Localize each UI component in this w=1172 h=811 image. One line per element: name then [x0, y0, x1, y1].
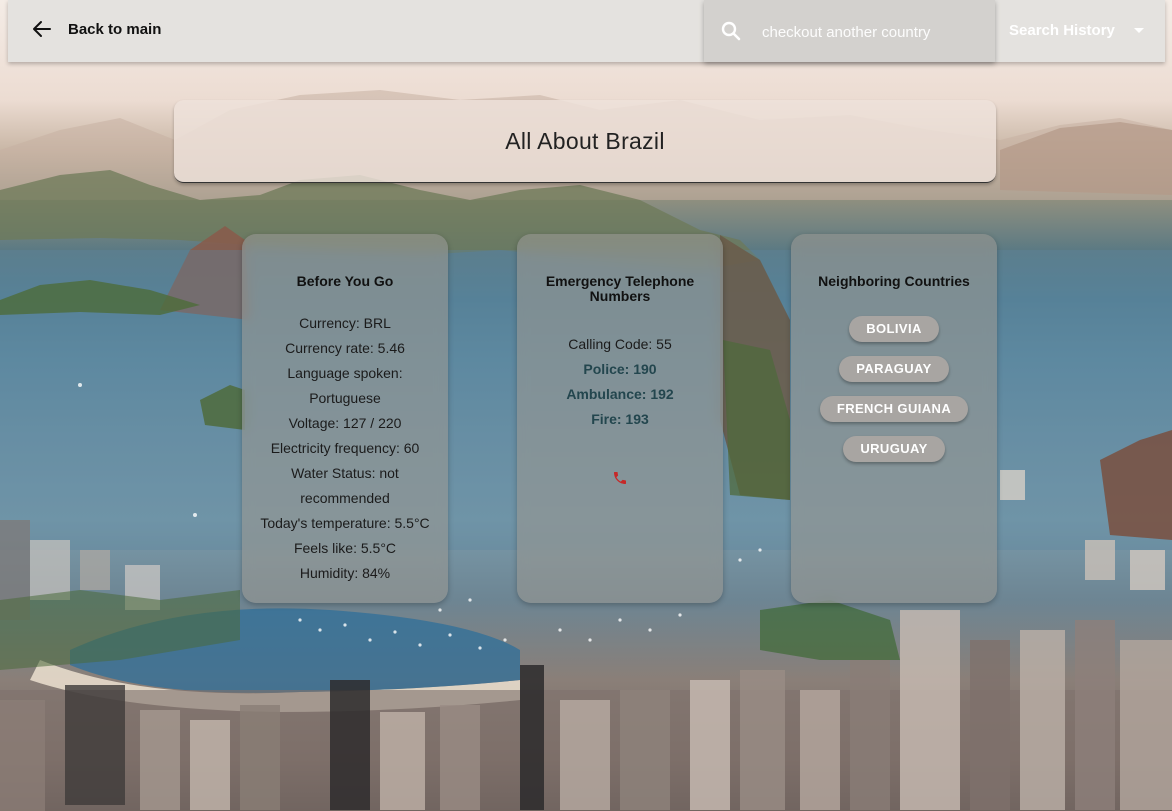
fire-number: Fire: 193	[591, 411, 649, 427]
info-line: Language spoken:	[287, 365, 403, 381]
police-number: Police: 190	[583, 361, 657, 377]
info-line: Water Status: not	[291, 465, 399, 481]
info-line: Feels like: 5.5°C	[293, 540, 397, 556]
neighbor-chip-bolivia[interactable]: BOLIVIA	[849, 316, 939, 342]
arrow-left-icon	[33, 21, 51, 37]
neighbor-chip-paraguay[interactable]: PARAGUAY	[839, 356, 949, 382]
search-icon	[721, 21, 741, 41]
before-you-go-title: Before You Go	[296, 273, 394, 289]
info-line: Voltage: 127 / 220	[288, 415, 402, 431]
ambulance-number: Ambulance: 192	[566, 386, 674, 402]
neighboring-countries-title: Neighboring Countries	[818, 273, 970, 289]
search-history-label: Search History	[1009, 22, 1115, 39]
info-line: Today's temperature: 5.5°C	[260, 515, 430, 531]
before-you-go-card: Before You Go Currency: BRL Currency rat…	[242, 234, 448, 603]
neighbor-chip-uruguay[interactable]: URUGUAY	[843, 436, 945, 462]
page-title: All About Brazil	[505, 127, 665, 154]
neighbor-chip-list: BOLIVIA PARAGUAY FRENCH GUIANA URUGUAY	[791, 316, 997, 462]
back-to-main-button[interactable]: Back to main	[32, 19, 161, 39]
calling-code: Calling Code: 55	[568, 336, 672, 352]
info-line: Electricity frequency: 60	[270, 440, 420, 456]
neighbor-chip-french-guiana[interactable]: FRENCH GUIANA	[819, 396, 969, 422]
info-line: Currency rate: 5.46	[285, 340, 405, 356]
back-to-main-label: Back to main	[68, 20, 162, 38]
top-app-bar: Back to main Search History	[8, 0, 1165, 62]
country-title-card: All About Brazil	[174, 100, 996, 183]
neighboring-countries-card: Neighboring Countries BOLIVIA PARAGUAY F…	[791, 234, 997, 603]
info-line: Currency: BRL	[299, 315, 391, 331]
caret-down-icon	[1133, 27, 1144, 33]
search-box	[704, 0, 995, 62]
emergency-numbers-list: Calling Code: 55 Police: 190 Ambulance: …	[525, 332, 715, 432]
info-line: Humidity: 84%	[299, 565, 391, 581]
phone-icon	[614, 472, 626, 484]
before-you-go-list: Currency: BRL Currency rate: 5.46 Langua…	[250, 311, 440, 586]
info-line: recommended	[300, 490, 390, 506]
country-search-input[interactable]	[760, 18, 984, 46]
search-history-dropdown[interactable]: Search History	[1009, 22, 1145, 39]
page: Back to main Search History All About Br…	[0, 0, 1172, 811]
info-line: Portuguese	[309, 390, 381, 406]
emergency-numbers-card: Emergency Telephone Numbers Calling Code…	[517, 234, 723, 603]
emergency-numbers-title: Emergency Telephone Numbers	[545, 273, 695, 304]
